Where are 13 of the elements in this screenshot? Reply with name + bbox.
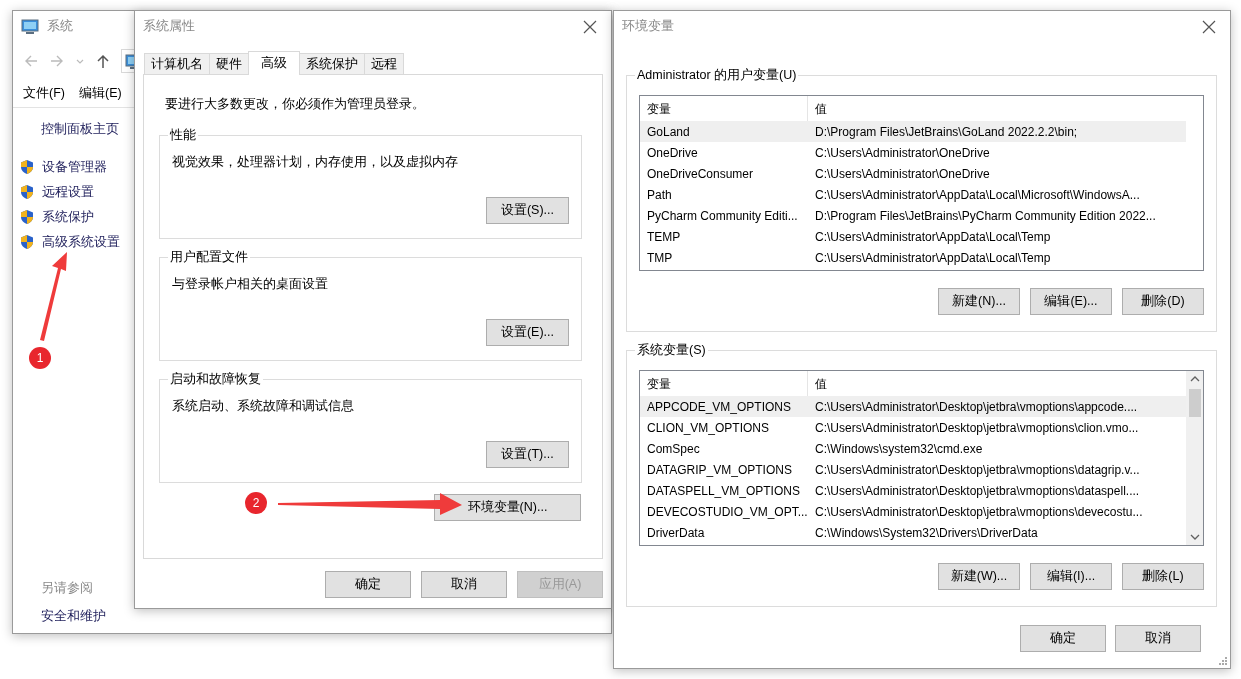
group-description: 系统启动、系统故障和调试信息 bbox=[172, 397, 354, 415]
notice-text: 要进行大多数更改，你必须作为管理员登录。 bbox=[165, 96, 426, 113]
window-title: 系统 bbox=[47, 18, 73, 36]
group-title: 用户配置文件 bbox=[168, 248, 250, 265]
window-title: 系统属性 bbox=[143, 18, 195, 36]
group-title: 系统变量(S) bbox=[635, 342, 708, 358]
group-title: 性能 bbox=[168, 126, 198, 143]
section-heading: 另请参阅 bbox=[41, 579, 93, 597]
group-description: 与登录帐户相关的桌面设置 bbox=[172, 275, 328, 293]
group-title: 启动和故障恢复 bbox=[168, 370, 263, 387]
window-title: 环境变量 bbox=[622, 18, 674, 36]
group-description: 视觉效果，处理器计划，内存使用，以及虚拟内存 bbox=[172, 153, 458, 171]
group-title: Administrator 的用户变量(U) bbox=[635, 67, 799, 83]
